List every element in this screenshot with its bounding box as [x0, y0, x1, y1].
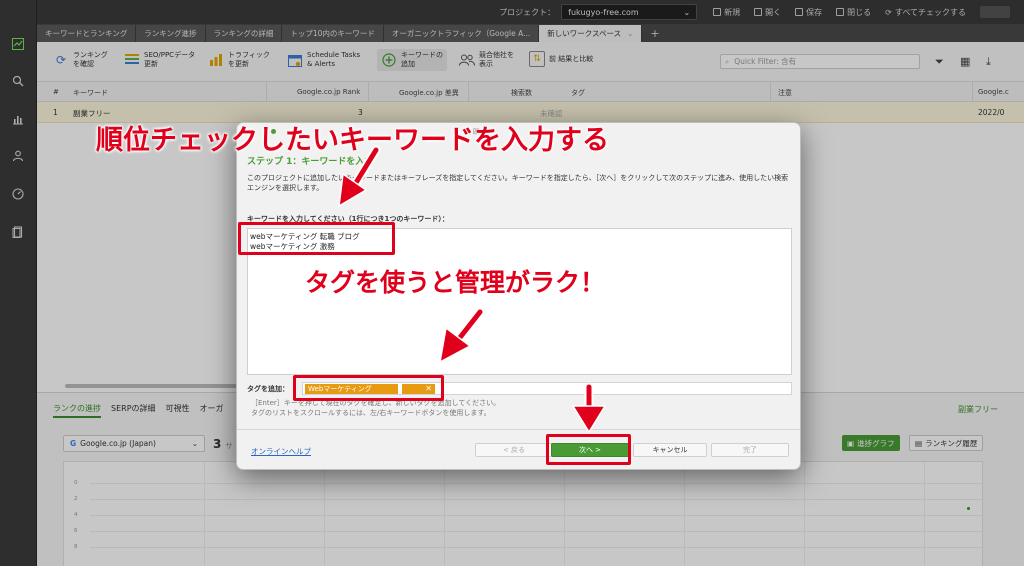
tag-hint: ［Enter］キーを押して現在のタグを確定し、新しいタグを追加してください。 タ… — [251, 399, 501, 417]
annotation-tags: タグを使うと管理がラク！ — [305, 268, 606, 297]
keywords-highlight — [238, 222, 395, 255]
tag-highlight — [293, 375, 444, 401]
online-help-link[interactable]: オンラインヘルプ — [251, 446, 311, 457]
step-description: このプロジェクトに追加したいキーワードまたはキーフレーズを指定してください。キー… — [247, 174, 789, 192]
footer-divider — [237, 429, 800, 430]
rankings-icon[interactable] — [10, 36, 26, 52]
gauge-icon[interactable] — [10, 186, 26, 202]
back-button[interactable]: < 戻る — [475, 443, 553, 457]
app-window: プロジェクト： fukugyo-free.com ⌄ 新規 開く 保存 閉じる ⟳… — [0, 0, 1024, 566]
bar-chart-icon[interactable] — [10, 111, 26, 127]
next-highlight — [546, 434, 631, 465]
cancel-button[interactable]: キャンセル — [633, 443, 707, 457]
tag-label: タグを追加： — [247, 385, 289, 393]
finish-button[interactable]: 完了 — [711, 443, 789, 457]
left-rail — [0, 0, 37, 566]
search-icon[interactable] — [10, 73, 26, 89]
user-icon[interactable] — [10, 148, 26, 164]
report-icon[interactable] — [10, 224, 26, 240]
annotation-enter-keywords: 順位チェックしたいキーワードを入力する — [96, 125, 609, 156]
